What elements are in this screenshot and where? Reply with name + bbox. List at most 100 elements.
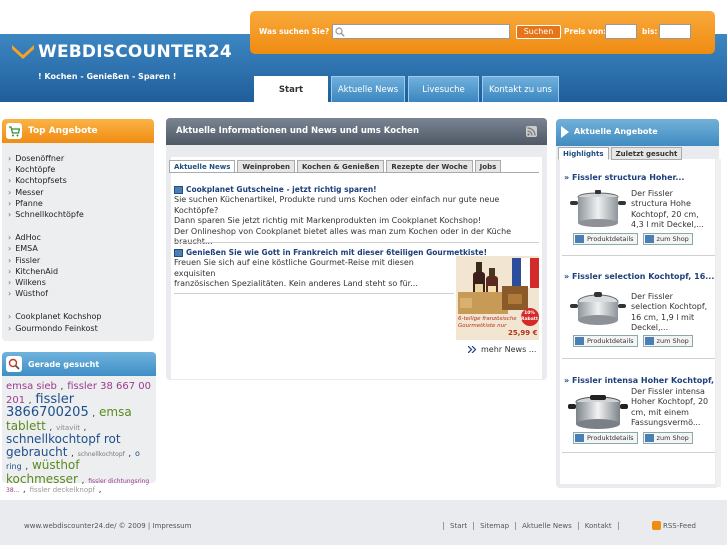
shop-link[interactable]: Cookplanet Kochshop <box>8 311 154 322</box>
product-details-label: Produktdetails <box>587 337 634 345</box>
offer-tab-recent[interactable]: Zuletzt gesucht <box>610 147 683 160</box>
category-link[interactable]: Kochtopfsets <box>8 175 154 186</box>
news-item-title[interactable]: Cookplanet Gutscheine - jetzt richtig sp… <box>174 185 538 194</box>
news-item-line: Dann sparen Sie jetzt richtig mit Marken… <box>174 216 482 225</box>
offer-separator <box>562 358 715 359</box>
footer-link-sitemap[interactable]: Sitemap <box>473 522 515 530</box>
to-shop-label: zum Shop <box>656 337 689 345</box>
tag-separator: , <box>60 382 67 392</box>
footer-rss-link[interactable]: RSS-Feed <box>652 521 696 530</box>
product-details-button[interactable]: Produktdetails <box>573 432 638 444</box>
footer-link-start[interactable]: Start <box>443 522 473 530</box>
to-shop-button[interactable]: zum Shop <box>642 335 693 347</box>
offers-title: Aktuelle Angebote <box>574 127 658 136</box>
document-icon <box>174 185 183 194</box>
search-input[interactable] <box>332 24 510 39</box>
cooking-pot-image[interactable] <box>568 286 628 330</box>
gourmet-box-image[interactable]: 6-teilige französische Gourmetkiste nur … <box>456 256 539 340</box>
tag-cloud: emsa sieb , fissler 38 667 00 201 , fiss… <box>2 376 156 502</box>
product-details-button[interactable]: Produktdetails <box>573 233 638 245</box>
category-link[interactable]: Messer <box>8 187 154 198</box>
search-tag[interactable]: gebraucht <box>6 445 67 459</box>
shop-icon <box>644 337 654 345</box>
recent-searches-title: Gerade gesucht <box>28 359 100 369</box>
offer-description: Der Fissler selection Kochtopf, 16 cm, 1… <box>631 292 708 333</box>
search-tag[interactable]: schnellkochtopf <box>78 451 125 458</box>
nav-tab-livesuche[interactable]: Livesuche <box>408 76 479 102</box>
offer-buttons: Produktdetails zum Shop <box>573 233 698 245</box>
tag-separator: , <box>25 462 31 473</box>
tag-separator: , <box>22 485 29 496</box>
discount-badge: 10% Rabatt <box>521 311 539 322</box>
news-item: Cookplanet Gutscheine - jetzt richtig sp… <box>174 185 538 248</box>
offers-scrollbar[interactable] <box>716 159 721 487</box>
details-icon <box>575 337 584 345</box>
offer-title[interactable]: » Fissler selection Kochtopf, 16... <box>564 272 714 281</box>
footer-link-kontakt[interactable]: Kontakt <box>577 522 619 530</box>
price-from-input[interactable] <box>605 24 637 39</box>
cooking-pot-image[interactable] <box>568 187 628 231</box>
offer-title[interactable]: » Fissler intensa Hoher Kochtopf,... <box>564 376 714 385</box>
recent-searches-panel: Gerade gesucht emsa sieb , fissler 38 66… <box>2 352 156 495</box>
rss-icon[interactable] <box>526 126 537 137</box>
category-link[interactable]: Dosenöffner <box>8 153 154 164</box>
shop-link[interactable]: Gourmondo Feinkost <box>8 323 154 334</box>
category-link[interactable]: Kochtöpfe <box>8 164 154 175</box>
rss-feed-label: RSS-Feed <box>663 521 696 530</box>
more-news-link[interactable]: mehr News ... <box>468 345 536 354</box>
search-tag[interactable]: vitaviit <box>56 424 80 432</box>
category-list-brands: AdHoc EMSA Fissler KitchenAid Wilkens Wü… <box>2 232 154 299</box>
category-list-shops: Cookplanet Kochshop Gourmondo Feinkost <box>2 311 154 333</box>
offer-description: Der Fissler structura Hohe Kochtopf, 20 … <box>631 189 704 230</box>
top-offers-panel: Top Angebote Dosenöffner Kochtöpfe Kocht… <box>2 119 154 341</box>
brand-link[interactable]: KitchenAid <box>8 266 154 277</box>
news-item-title-text: Cookplanet Gutscheine - jetzt richtig sp… <box>186 185 377 194</box>
brand-link[interactable]: Fissler <box>8 255 154 266</box>
footer-links: Start Sitemap Aktuelle News Kontakt <box>443 522 619 530</box>
category-link[interactable]: Pfanne <box>8 198 154 209</box>
offer-tab-highlights[interactable]: Highlights <box>558 147 609 160</box>
product-details-button[interactable]: Produktdetails <box>573 335 638 347</box>
arrow-right-icon <box>561 126 569 138</box>
nav-tab-start[interactable]: Start <box>254 76 328 102</box>
brand-link[interactable]: Wilkens <box>8 277 154 288</box>
shop-icon <box>644 434 654 442</box>
logo[interactable]: WEBDISCOUNTER24 <box>12 42 232 62</box>
to-shop-button[interactable]: zum Shop <box>642 233 693 245</box>
logo-text: WEBDISCOUNTER24 <box>38 42 232 62</box>
impressum-link[interactable]: Impressum <box>153 522 192 530</box>
price-to-input[interactable] <box>659 24 691 39</box>
tag-separator: , <box>98 485 102 496</box>
nav-tab-kontakt[interactable]: Kontakt zu uns <box>482 76 559 102</box>
offer-title[interactable]: » Fissler structura Hoher... <box>564 173 714 182</box>
shopping-cart-icon <box>6 123 22 139</box>
search-tag[interactable]: fissler deckelknopf <box>30 486 95 494</box>
search-button[interactable]: Suchen <box>516 25 561 39</box>
brand-link[interactable]: EMSA <box>8 243 154 254</box>
to-shop-button[interactable]: zum Shop <box>642 432 693 444</box>
offer-item: » Fissler selection Kochtopf, 16... Der … <box>564 272 714 352</box>
more-news-label: mehr News ... <box>481 345 537 354</box>
news-item-line: französischen Spezialitäten. Kein andere… <box>174 279 418 288</box>
search-tag[interactable]: emsa sieb <box>6 381 57 392</box>
category-link[interactable]: Schnellkochtöpfe <box>8 209 154 220</box>
brand-link[interactable]: Wüsthof <box>8 288 154 299</box>
magnifier-icon <box>6 356 22 372</box>
news-item-line: Sie suchen Küchenartikel, Produkte rund … <box>174 195 500 215</box>
copyright-text: www.webdiscounter24.de/ © 2009 | <box>24 522 151 530</box>
category-list-types: Dosenöffner Kochtöpfe Kochtopfsets Messe… <box>2 153 154 220</box>
cooking-pot-image[interactable] <box>568 390 628 434</box>
logo-chevron-icon <box>12 45 34 59</box>
nav-tab-aktuelle-news[interactable]: Aktuelle News <box>331 76 405 102</box>
offer-item: » Fissler intensa Hoher Kochtopf,... Der… <box>564 376 714 456</box>
tag-separator: , <box>128 448 135 459</box>
gourmet-box-price: 25,99 € <box>508 329 538 337</box>
document-icon <box>174 248 183 257</box>
footer-link-news[interactable]: Aktuelle News <box>515 522 578 530</box>
news-header: Aktuelle Informationen und News und ums … <box>166 118 547 145</box>
shop-icon <box>644 235 654 243</box>
main-nav: Start Aktuelle News Livesuche Kontakt zu… <box>254 76 562 102</box>
news-item-text: Sie suchen Küchenartikel, Produkte rund … <box>174 195 538 248</box>
brand-link[interactable]: AdHoc <box>8 232 154 243</box>
recent-searches-header: Gerade gesucht <box>2 352 156 376</box>
